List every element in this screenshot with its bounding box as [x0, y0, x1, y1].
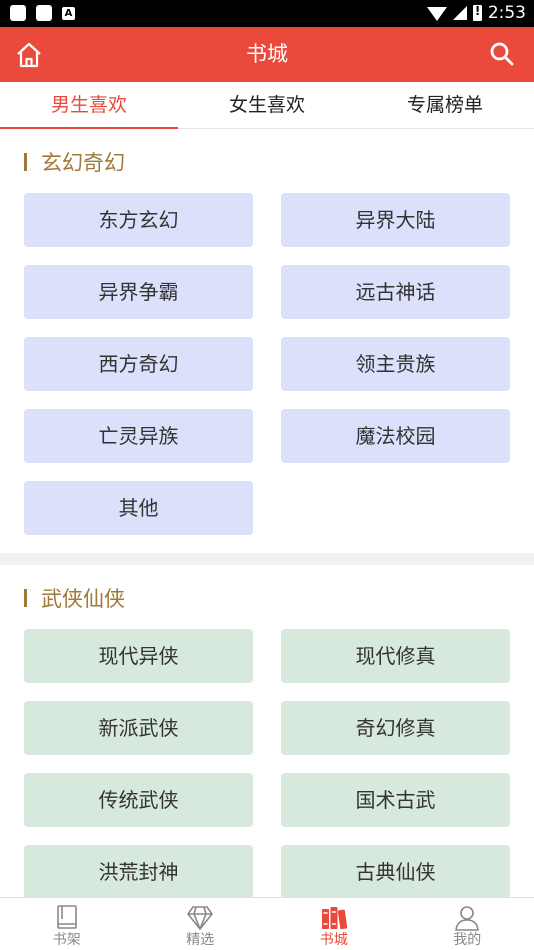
category-tag[interactable]: 现代修真 — [281, 629, 510, 683]
app-bar: 书城 — [0, 27, 534, 82]
section-accent-bar — [24, 589, 27, 607]
nav-bookshelf[interactable]: 书架 — [0, 898, 134, 950]
category-tag[interactable]: 领主贵族 — [281, 337, 510, 391]
category-tag[interactable]: 传统武侠 — [24, 773, 253, 827]
category-tag[interactable]: 东方玄幻 — [24, 193, 253, 247]
content-list[interactable]: 玄幻奇幻 东方玄幻 异界大陆 异界争霸 远古神话 西方奇幻 领主贵族 亡灵异族 … — [0, 129, 534, 897]
category-tag[interactable]: 古典仙侠 — [281, 845, 510, 897]
tab-rankings[interactable]: 专属榜单 — [356, 82, 534, 128]
section-title: 玄幻奇幻 — [41, 151, 125, 175]
app-screen: A 2:53 书城 男生喜欢 女生喜欢 专属榜单 — [0, 0, 534, 950]
tag-grid: 现代异侠 现代修真 新派武侠 奇幻修真 传统武侠 国术古武 洪荒封神 古典仙侠 — [24, 629, 510, 897]
notification-icon — [10, 5, 26, 21]
tab-male[interactable]: 男生喜欢 — [0, 82, 178, 129]
tab-female[interactable]: 女生喜欢 — [178, 82, 356, 128]
page-title: 书城 — [246, 42, 288, 66]
category-tag[interactable]: 异界大陆 — [281, 193, 510, 247]
category-tag[interactable]: 其他 — [24, 481, 253, 535]
store-icon — [36, 5, 52, 21]
nav-featured[interactable]: 精选 — [134, 898, 268, 950]
search-icon[interactable] — [488, 40, 516, 68]
category-tag[interactable]: 奇幻修真 — [281, 701, 510, 755]
section-wuxia: 武侠仙侠 现代异侠 现代修真 新派武侠 奇幻修真 传统武侠 国术古武 洪荒封神 … — [0, 565, 534, 897]
category-tag[interactable]: 远古神话 — [281, 265, 510, 319]
nav-label: 精选 — [186, 932, 215, 948]
section-title: 武侠仙侠 — [41, 587, 125, 611]
nav-label: 书城 — [319, 932, 348, 948]
nav-label: 我的 — [453, 932, 482, 948]
section-fantasy: 玄幻奇幻 东方玄幻 异界大陆 异界争霸 远古神话 西方奇幻 领主贵族 亡灵异族 … — [0, 129, 534, 553]
nav-profile[interactable]: 我的 — [401, 898, 534, 950]
section-header: 玄幻奇幻 — [24, 145, 510, 179]
battery-icon — [472, 4, 482, 21]
category-tag[interactable]: 亡灵异族 — [24, 409, 253, 463]
category-tag[interactable]: 异界争霸 — [24, 265, 253, 319]
category-tabs: 男生喜欢 女生喜欢 专属榜单 — [0, 82, 534, 129]
category-tag[interactable]: 洪荒封神 — [24, 845, 253, 897]
nav-bookstore[interactable]: 书城 — [267, 898, 401, 950]
nav-label: 书架 — [52, 932, 81, 948]
wifi-icon — [426, 7, 447, 21]
category-tag[interactable]: 新派武侠 — [24, 701, 253, 755]
category-tag[interactable]: 现代异侠 — [24, 629, 253, 683]
section-divider — [0, 553, 534, 565]
bottom-nav: 书架 精选 书城 我的 — [0, 897, 534, 950]
category-tag[interactable]: 国术古武 — [281, 773, 510, 827]
status-bar: A 2:53 — [0, 0, 534, 27]
section-header: 武侠仙侠 — [24, 581, 510, 615]
category-tag[interactable]: 西方奇幻 — [24, 337, 253, 391]
status-time: 2:53 — [487, 3, 526, 23]
signal-icon — [452, 6, 467, 20]
a-icon: A — [62, 6, 75, 20]
tag-grid: 东方玄幻 异界大陆 异界争霸 远古神话 西方奇幻 领主贵族 亡灵异族 魔法校园 … — [24, 193, 510, 535]
category-tag[interactable]: 魔法校园 — [281, 409, 510, 463]
section-accent-bar — [24, 153, 27, 171]
